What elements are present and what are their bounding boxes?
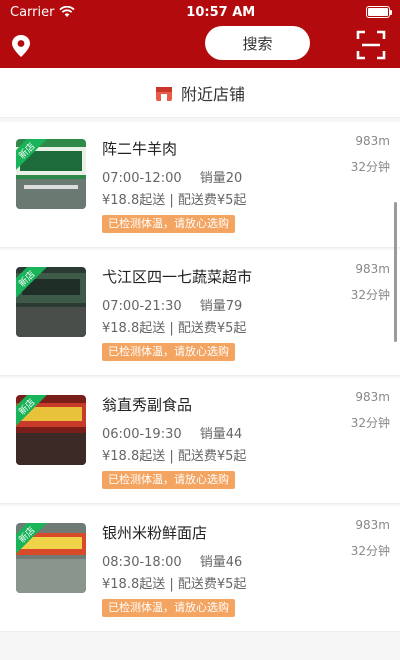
- store-sales: 销量44: [199, 427, 243, 442]
- temperature-check-tag: 已检测体温，请放心选购: [102, 343, 235, 361]
- store-hours: 07:00-12:00: [102, 171, 182, 186]
- store-thumbnail: 新店: [16, 523, 86, 593]
- store-sales: 销量79: [199, 299, 243, 314]
- store-distance: 983m: [355, 134, 390, 148]
- temperature-check-tag: 已检测体温，请放心选购: [102, 599, 235, 617]
- scan-icon[interactable]: [356, 30, 386, 60]
- store-delivery-time: 32分钟: [350, 288, 390, 302]
- store-item[interactable]: 新店 弋江区四一七蔬菜超市 07:00-21:30 销量79 ¥18.8起送 |…: [0, 250, 400, 376]
- top-navbar: 搜索: [0, 24, 400, 68]
- store-distance: 983m: [355, 518, 390, 532]
- store-item[interactable]: 新店 翁直秀副食品 06:00-19:30 销量44 ¥18.8起送 | 配送费…: [0, 378, 400, 504]
- store-hours-row: 07:00-21:30 销量79: [102, 295, 242, 314]
- carrier-label: Carrier: [10, 4, 55, 20]
- status-left: Carrier: [10, 4, 76, 20]
- store-fees: ¥18.8起送 | 配送费¥5起: [102, 577, 247, 592]
- section-header: 附近店铺: [0, 68, 400, 118]
- store-hours: 08:30-18:00: [102, 555, 182, 570]
- store-hours: 07:00-21:30: [102, 299, 182, 314]
- store-hours-row: 06:00-19:30 销量44: [102, 423, 242, 442]
- location-pin-icon[interactable]: [10, 34, 32, 58]
- store-list: 新店 阵二牛羊肉 07:00-12:00 销量20 ¥18.8起送 | 配送费¥…: [0, 122, 400, 634]
- store-hours-row: 07:00-12:00 销量20: [102, 167, 242, 186]
- store-name: 翁直秀副食品: [102, 396, 193, 414]
- store-fees: ¥18.8起送 | 配送费¥5起: [102, 449, 247, 464]
- store-delivery-time: 32分钟: [350, 544, 390, 558]
- store-thumbnail: 新店: [16, 395, 86, 465]
- store-delivery-time: 32分钟: [350, 160, 390, 174]
- store-name: 阵二牛羊肉: [102, 140, 178, 158]
- scrollbar[interactable]: [394, 202, 397, 342]
- store-item[interactable]: 新店 阵二牛羊肉 07:00-12:00 销量20 ¥18.8起送 | 配送费¥…: [0, 122, 400, 248]
- temperature-check-tag: 已检测体温，请放心选购: [102, 471, 235, 489]
- store-sales: 销量46: [199, 555, 243, 570]
- wifi-icon: [59, 6, 76, 17]
- status-bar: Carrier 10:57 AM: [0, 0, 400, 24]
- store-thumbnail: 新店: [16, 267, 86, 337]
- store-item[interactable]: 新店 银州米粉鲜面店 08:30-18:00 销量46 ¥18.8起送 | 配送…: [0, 506, 400, 632]
- battery-icon: [366, 6, 392, 18]
- search-button[interactable]: 搜索: [205, 26, 310, 60]
- store-hours: 06:00-19:30: [102, 427, 182, 442]
- store-thumbnail: 新店: [16, 139, 86, 209]
- store-name: 银州米粉鲜面店: [102, 524, 208, 542]
- store-fees: ¥18.8起送 | 配送费¥5起: [102, 321, 247, 336]
- store-name: 弋江区四一七蔬菜超市: [102, 268, 253, 286]
- app-root: Carrier 10:57 AM 搜索 附近店铺 新店 阵二牛羊肉 07:00-…: [0, 0, 400, 660]
- store-distance: 983m: [355, 390, 390, 404]
- store-hours-row: 08:30-18:00 销量46: [102, 551, 242, 570]
- store-sales: 销量20: [199, 171, 243, 186]
- shop-icon: [155, 86, 172, 101]
- section-title: 附近店铺: [180, 84, 245, 104]
- store-fees: ¥18.8起送 | 配送费¥5起: [102, 193, 247, 208]
- store-distance: 983m: [355, 262, 390, 276]
- search-label: 搜索: [242, 34, 273, 53]
- temperature-check-tag: 已检测体温，请放心选购: [102, 215, 235, 233]
- status-time: 10:57 AM: [186, 4, 256, 20]
- store-delivery-time: 32分钟: [350, 416, 390, 430]
